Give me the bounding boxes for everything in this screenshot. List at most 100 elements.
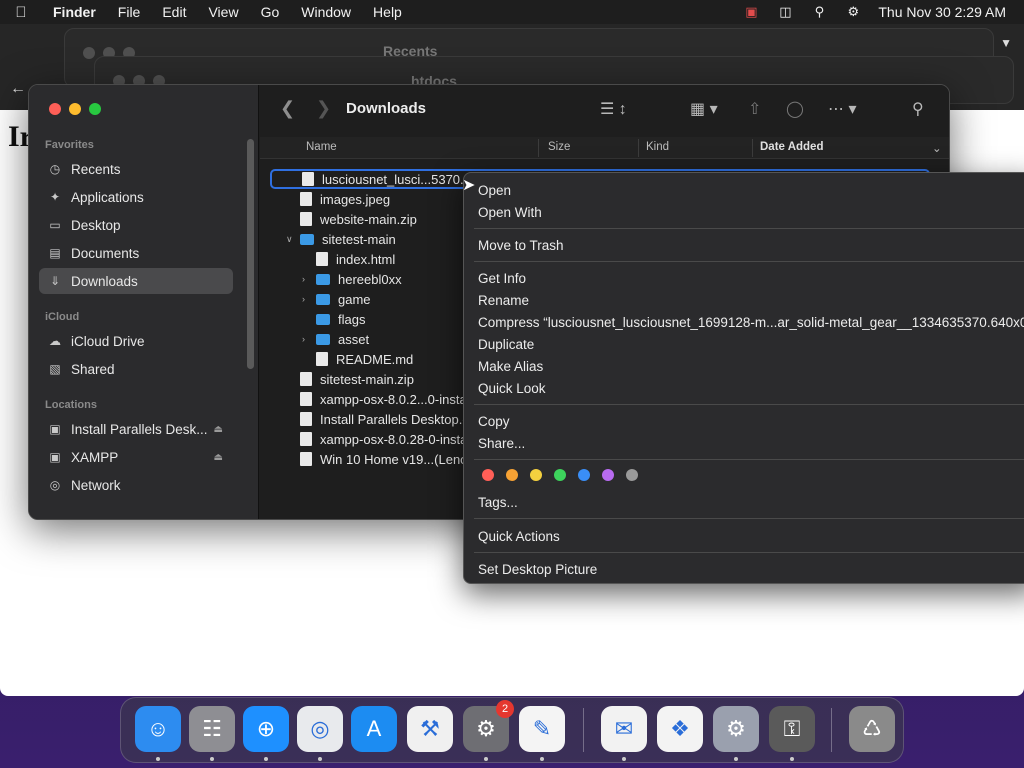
column-name[interactable]: Name bbox=[306, 141, 337, 153]
menu-file[interactable]: File bbox=[107, 0, 152, 24]
file-icon bbox=[300, 452, 312, 466]
dock-gear-icon[interactable]: ⚙ bbox=[713, 706, 759, 752]
tag-icon[interactable]: ◯ bbox=[786, 99, 804, 119]
eject-icon[interactable]: ⏏ bbox=[214, 424, 223, 435]
dock-instruments-icon[interactable]: ⚒ bbox=[407, 706, 453, 752]
menu-help[interactable]: Help bbox=[362, 0, 413, 24]
dock-mail-icon[interactable]: ✉ bbox=[601, 706, 647, 752]
back-icon[interactable]: ❮ bbox=[280, 98, 295, 119]
dock-chrome-icon[interactable]: ◎ bbox=[297, 706, 343, 752]
dock-safari-icon[interactable]: ⊕ bbox=[243, 706, 289, 752]
menu-view[interactable]: View bbox=[197, 0, 249, 24]
menubar-status-area: ▣ ◫ ⚲ ⚙ Thu Nov 30 2:29 AM bbox=[734, 0, 1024, 24]
forward-icon[interactable]: ❯ bbox=[316, 98, 331, 119]
applications-icon: ✦ bbox=[49, 190, 61, 204]
more-actions-icon[interactable]: ⋯ ▾ bbox=[828, 99, 856, 119]
sidebar-item-recents[interactable]: ◷ Recents bbox=[39, 156, 233, 182]
dock-separator bbox=[583, 708, 584, 752]
menu-finder[interactable]: Finder bbox=[42, 0, 107, 24]
menu-duplicate[interactable]: Duplicate bbox=[478, 337, 534, 352]
menu-go[interactable]: Go bbox=[250, 0, 291, 24]
dock-settings-icon[interactable]: ⚙ 2 bbox=[463, 700, 514, 752]
menu-rename[interactable]: Rename bbox=[478, 293, 529, 308]
menu-window[interactable]: Window bbox=[290, 0, 362, 24]
folder-icon bbox=[316, 273, 330, 285]
menu-move-to-trash[interactable]: Move to Trash bbox=[478, 238, 564, 253]
sidebar-section-favorites: Favorites bbox=[45, 139, 94, 151]
disclosure-closed-icon[interactable]: › bbox=[302, 274, 316, 284]
sidebar-item-xampp[interactable]: ▣ XAMPP ⏏ bbox=[39, 444, 233, 470]
file-name: Win 10 Home v19...(Lenov bbox=[320, 451, 474, 467]
column-kind[interactable]: Kind bbox=[646, 141, 669, 153]
sidebar-item-label: iCloud Drive bbox=[71, 333, 145, 349]
menu-compress[interactable]: Compress “lusciousnet_lusciousnet_169912… bbox=[478, 315, 1024, 330]
tag-color-dot[interactable] bbox=[530, 469, 542, 481]
column-size[interactable]: Size bbox=[548, 141, 570, 153]
sidebar-item-label: XAMPP bbox=[71, 449, 119, 465]
column-date-added[interactable]: Date Added bbox=[760, 141, 823, 153]
dock-trash-icon[interactable]: ♺ bbox=[849, 706, 895, 752]
dock-parallels-icon[interactable]: ❖ bbox=[657, 706, 703, 752]
sidebar-scrollbar[interactable] bbox=[247, 139, 254, 369]
sidebar-item-icloud-drive[interactable]: ☁ iCloud Drive bbox=[39, 328, 233, 354]
sidebar-section-icloud: iCloud bbox=[45, 311, 80, 323]
minimize-window-icon[interactable] bbox=[69, 103, 81, 115]
menu-separator bbox=[474, 228, 1024, 229]
dock-appstore-icon[interactable]: A bbox=[351, 706, 397, 752]
eject-icon[interactable]: ⏏ bbox=[214, 452, 223, 463]
sidebar-item-downloads[interactable]: ⇓ Downloads bbox=[39, 268, 233, 294]
close-window-icon[interactable] bbox=[49, 103, 61, 115]
parallels-status-icon[interactable]: ▣ bbox=[734, 4, 768, 20]
tag-color-dot[interactable] bbox=[554, 469, 566, 481]
chevron-down-icon[interactable]: ▼ bbox=[1000, 36, 1012, 50]
menu-set-desktop-picture[interactable]: Set Desktop Picture bbox=[478, 562, 597, 577]
file-name: asset bbox=[338, 331, 370, 347]
menu-quick-actions[interactable]: Quick Actions bbox=[478, 529, 560, 544]
file-icon bbox=[300, 372, 312, 386]
back-arrow-icon[interactable]: ← bbox=[10, 80, 26, 98]
tag-color-dot[interactable] bbox=[626, 469, 638, 481]
menu-quick-look[interactable]: Quick Look bbox=[478, 381, 546, 396]
tag-color-dot[interactable] bbox=[578, 469, 590, 481]
sidebar-item-desktop[interactable]: ▭ Desktop bbox=[39, 212, 233, 238]
group-icon[interactable]: ▦ ▾ bbox=[690, 99, 718, 119]
menu-edit[interactable]: Edit bbox=[151, 0, 197, 24]
menu-copy[interactable]: Copy bbox=[478, 414, 510, 429]
sidebar-item-documents[interactable]: ▤ Documents bbox=[39, 240, 233, 266]
sidebar-item-install-parallels[interactable]: ▣ Install Parallels Desk... ⏏ bbox=[39, 416, 233, 442]
sidebar-item-applications[interactable]: ✦ Applications bbox=[39, 184, 233, 210]
spotlight-search-icon[interactable]: ⚲ bbox=[802, 4, 836, 20]
menu-open-with[interactable]: Open With bbox=[478, 205, 542, 220]
menu-share[interactable]: Share... bbox=[478, 436, 525, 451]
menu-separator bbox=[474, 404, 1024, 405]
dock-launchpad-icon[interactable]: ☷ bbox=[189, 706, 235, 752]
control-center-icon[interactable]: ⚙ bbox=[836, 4, 870, 20]
cloud-icon: ☁ bbox=[49, 334, 61, 348]
zoom-window-icon[interactable] bbox=[89, 103, 101, 115]
dock-keychain-icon[interactable]: ⚿ bbox=[769, 706, 815, 752]
sidebar-item-shared[interactable]: ▧ Shared bbox=[39, 356, 233, 382]
sort-chevron-icon[interactable]: ⌄ bbox=[932, 141, 942, 155]
dock-textedit-icon[interactable]: ✎ bbox=[519, 706, 565, 752]
menu-get-info[interactable]: Get Info bbox=[478, 271, 526, 286]
desktop-icon: ▭ bbox=[49, 218, 61, 232]
menu-open[interactable]: Open bbox=[478, 183, 511, 198]
apple-menu-icon[interactable]:  bbox=[0, 4, 42, 21]
running-indicator bbox=[622, 757, 626, 761]
disclosure-closed-icon[interactable]: › bbox=[302, 334, 316, 344]
disclosure-open-icon[interactable]: ∨ bbox=[286, 234, 300, 245]
sidebar-item-network[interactable]: ◎ Network bbox=[39, 472, 233, 498]
list-view-icon[interactable]: ☰ ↕ bbox=[600, 99, 627, 119]
screen-mirroring-icon[interactable]: ◫ bbox=[768, 4, 802, 20]
dock-finder-icon[interactable]: ☺ bbox=[135, 706, 181, 752]
tag-color-dot[interactable] bbox=[506, 469, 518, 481]
tag-color-dot[interactable] bbox=[602, 469, 614, 481]
menu-make-alias[interactable]: Make Alias bbox=[478, 359, 543, 374]
menu-separator bbox=[474, 552, 1024, 553]
tag-color-dot[interactable] bbox=[482, 469, 494, 481]
share-icon[interactable]: ⇧ bbox=[748, 99, 761, 119]
menu-tags[interactable]: Tags... bbox=[478, 495, 518, 510]
disclosure-closed-icon[interactable]: › bbox=[302, 294, 316, 304]
search-icon[interactable]: ⚲ bbox=[912, 99, 924, 119]
menubar-clock[interactable]: Thu Nov 30 2:29 AM bbox=[870, 4, 1024, 20]
